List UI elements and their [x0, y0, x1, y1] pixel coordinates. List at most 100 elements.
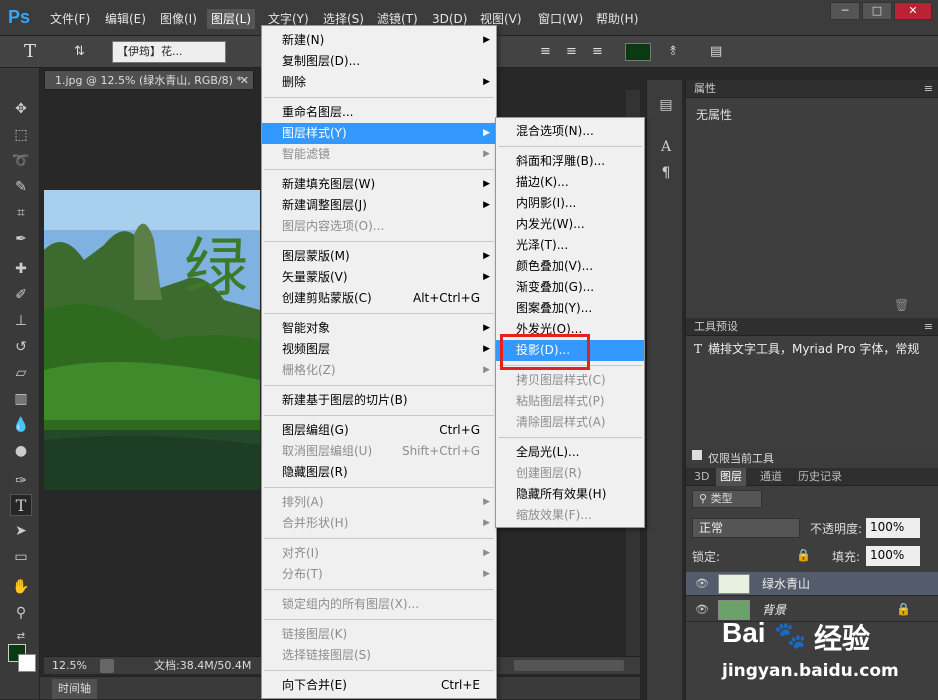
- visibility-eye-icon[interactable]: 👁: [694, 602, 710, 618]
- character-panel-icon[interactable]: ▤: [710, 41, 722, 63]
- layer-menu-item[interactable]: 重命名图层...: [262, 102, 496, 123]
- zoom-tool-icon[interactable]: ⚲: [10, 602, 32, 624]
- menu-help[interactable]: 帮助(H): [592, 9, 642, 29]
- close-tab-icon[interactable]: ✕: [240, 71, 249, 91]
- status-menu-icon[interactable]: [100, 659, 114, 673]
- close-button[interactable]: ✕: [894, 2, 932, 20]
- text-color-swatch[interactable]: [625, 43, 651, 61]
- layer-filter-select[interactable]: ⚲ 类型: [692, 490, 762, 508]
- layer-style-menu-item[interactable]: 混合选项(N)...: [496, 121, 644, 142]
- lasso-tool-icon[interactable]: ➰: [10, 150, 32, 172]
- layer-menu-item[interactable]: 隐藏图层(R): [262, 462, 496, 483]
- fill-input[interactable]: 100%: [866, 546, 920, 566]
- tab-3d[interactable]: 3D: [690, 468, 713, 486]
- panel-menu-icon[interactable]: ≡: [924, 80, 933, 98]
- tab-history[interactable]: 历史记录: [794, 468, 846, 486]
- layer-menu-item[interactable]: 视频图层 ▶: [262, 339, 496, 360]
- properties-content: 无属性: [696, 108, 733, 122]
- healing-brush-tool-icon[interactable]: ✚: [10, 258, 32, 280]
- text-orientation-icon[interactable]: ⇅: [74, 41, 85, 63]
- panel-menu-icon[interactable]: ≡: [924, 318, 933, 336]
- layer-menu-item[interactable]: 智能对象 ▶: [262, 318, 496, 339]
- dodge-tool-icon[interactable]: ●: [10, 440, 32, 462]
- eyedropper-tool-icon[interactable]: ✒: [10, 228, 32, 250]
- shape-tool-icon[interactable]: ▭: [10, 546, 32, 568]
- lock-all-icon[interactable]: 🔒: [796, 548, 811, 562]
- path-select-tool-icon[interactable]: ➤: [10, 520, 32, 542]
- font-family-select[interactable]: 【伊筠】花...: [112, 41, 226, 63]
- layer-menu-item[interactable]: 新建基于图层的切片(B): [262, 390, 496, 411]
- layer-menu-item[interactable]: 新建调整图层(J) ▶: [262, 195, 496, 216]
- layer-menu-item[interactable]: 新建(N) ▶: [262, 30, 496, 51]
- type-tool-icon[interactable]: T: [10, 494, 32, 516]
- layer-row[interactable]: 👁 绿水青山: [686, 572, 938, 596]
- quick-select-tool-icon[interactable]: ✎: [10, 176, 32, 198]
- layer-menu-item[interactable]: 图层蒙版(M) ▶: [262, 246, 496, 267]
- properties-title[interactable]: 属性: [694, 82, 716, 95]
- pen-tool-icon[interactable]: ✑: [10, 470, 32, 492]
- layer-style-menu-item[interactable]: 隐藏所有效果(H): [496, 484, 644, 505]
- minimize-button[interactable]: ─: [830, 2, 860, 20]
- layer-style-menu-item[interactable]: 渐变叠加(G)...: [496, 277, 644, 298]
- warp-text-icon[interactable]: ⥉: [670, 41, 676, 63]
- visibility-eye-icon[interactable]: 👁: [694, 576, 710, 592]
- layer-style-menu-item[interactable]: 图案叠加(Y)...: [496, 298, 644, 319]
- document-tab[interactable]: 1.jpg @ 12.5% (绿水青山, RGB/8) * ✕: [44, 70, 254, 90]
- layer-menu-item[interactable]: 创建剪贴蒙版(C) Alt+Ctrl+G: [262, 288, 496, 309]
- move-tool-icon[interactable]: ✥: [10, 98, 32, 120]
- menu-image[interactable]: 图像(I): [156, 9, 201, 29]
- tab-layers[interactable]: 图层: [716, 468, 746, 486]
- align-center-icon[interactable]: ≡: [566, 41, 577, 63]
- layer-menu-item-label: 排列(A): [282, 495, 324, 509]
- marquee-tool-icon[interactable]: ⬚: [10, 124, 32, 146]
- brush-tool-icon[interactable]: ✐: [10, 284, 32, 306]
- layer-menu-item[interactable]: 向下合并(E) Ctrl+E: [262, 675, 496, 696]
- tab-channels[interactable]: 通道: [756, 468, 786, 486]
- blur-tool-icon[interactable]: 💧: [10, 414, 32, 436]
- horizontal-scrollbar[interactable]: [514, 660, 624, 671]
- tool-preset-item[interactable]: T 横排文字工具，Myriad Pro 字体，常规: [694, 340, 924, 357]
- submenu-arrow-icon: ▶: [483, 323, 490, 333]
- fill-label: 填充:: [832, 550, 861, 564]
- character-panel-icon[interactable]: A: [655, 136, 677, 158]
- tool-presets-title[interactable]: 工具预设: [694, 320, 738, 333]
- layer-name[interactable]: 绿水青山: [762, 572, 810, 596]
- current-tool-only-checkbox[interactable]: [692, 450, 702, 460]
- background-color[interactable]: [18, 654, 36, 672]
- canvas-image[interactable]: 绿: [44, 190, 260, 490]
- layer-style-menu-item[interactable]: 内阴影(I)...: [496, 193, 644, 214]
- layer-menu-item[interactable]: 删除 ▶: [262, 72, 496, 93]
- layer-style-menu-item[interactable]: 描边(K)...: [496, 172, 644, 193]
- crop-tool-icon[interactable]: ⌗: [10, 202, 32, 224]
- align-right-icon[interactable]: ≡: [592, 41, 603, 63]
- blend-mode-select[interactable]: 正常: [692, 518, 800, 538]
- text-tool-icon[interactable]: T: [24, 41, 36, 63]
- layer-menu-item[interactable]: 复制图层(D)...: [262, 51, 496, 72]
- eraser-tool-icon[interactable]: ▱: [10, 362, 32, 384]
- layer-style-menu-item[interactable]: 斜面和浮雕(B)...: [496, 151, 644, 172]
- layer-style-menu-item[interactable]: 内发光(W)...: [496, 214, 644, 235]
- gradient-tool-icon[interactable]: ▥: [10, 388, 32, 410]
- timeline-tab[interactable]: 时间轴: [52, 679, 97, 699]
- menu-window[interactable]: 窗口(W): [534, 9, 587, 29]
- menu-layer[interactable]: 图层(L): [207, 9, 256, 29]
- clone-stamp-tool-icon[interactable]: ⊥: [10, 310, 32, 332]
- paragraph-panel-icon[interactable]: ¶: [655, 162, 677, 184]
- opacity-input[interactable]: 100%: [866, 518, 920, 538]
- hand-tool-icon[interactable]: ✋: [10, 576, 32, 598]
- zoom-level[interactable]: 12.5%: [52, 657, 87, 674]
- layer-menu-item[interactable]: 矢量蒙版(V) ▶: [262, 267, 496, 288]
- menu-edit[interactable]: 编辑(E): [101, 9, 150, 29]
- layer-menu-item[interactable]: 图层样式(Y) ▶: [262, 123, 496, 144]
- layer-menu-item[interactable]: 图层编组(G) Ctrl+G: [262, 420, 496, 441]
- menu-file[interactable]: 文件(F): [46, 9, 94, 29]
- layer-style-menu-item[interactable]: 全局光(L)...: [496, 442, 644, 463]
- trash-icon[interactable]: 🗑: [894, 298, 909, 312]
- history-brush-tool-icon[interactable]: ↺: [10, 336, 32, 358]
- layer-style-menu-item[interactable]: 光泽(T)...: [496, 235, 644, 256]
- align-left-icon[interactable]: ≡: [540, 41, 551, 63]
- maximize-button[interactable]: □: [862, 2, 892, 20]
- history-panel-icon[interactable]: ▤: [655, 94, 677, 116]
- layer-menu-item[interactable]: 新建填充图层(W) ▶: [262, 174, 496, 195]
- layer-style-menu-item[interactable]: 颜色叠加(V)...: [496, 256, 644, 277]
